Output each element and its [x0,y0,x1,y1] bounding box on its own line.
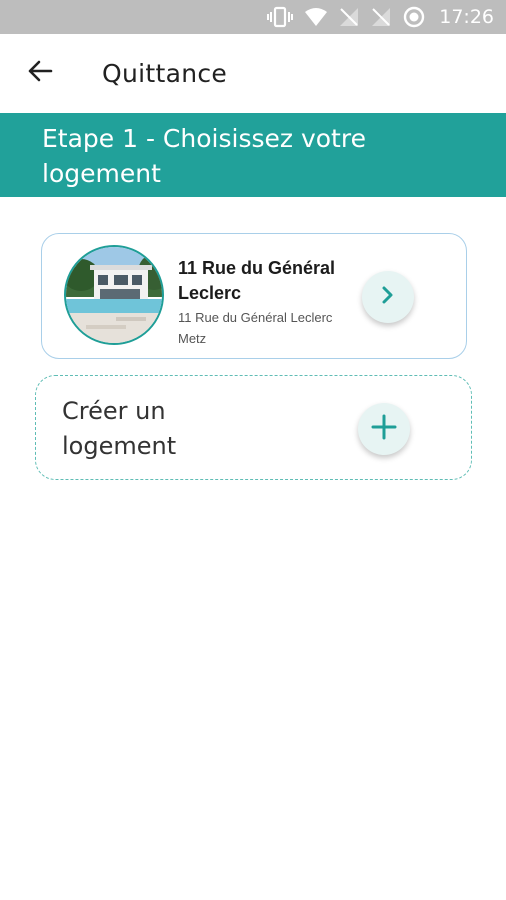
housing-address: 11 Rue du Général Leclerc [178,310,333,325]
wifi-icon [305,7,328,27]
create-housing-label: Créer un logement [62,397,177,460]
app-bar: Quittance [0,34,506,113]
page-title: Quittance [102,59,228,88]
housing-card[interactable]: 11 Rue du Général Leclerc 11 Rue du Géné… [41,233,467,359]
back-button[interactable] [12,46,68,102]
status-time: 17:26 [439,6,494,28]
select-housing-button[interactable] [362,271,414,323]
step-banner: Etape 1 - Choisissez votre logement [0,113,506,197]
signal-off-icon [339,7,359,27]
housing-name: 11 Rue du Général Leclerc [178,258,336,303]
sync-circle-icon [403,6,425,28]
create-housing-card[interactable]: Créer un logement [35,375,472,480]
arrow-left-icon [27,60,53,87]
step-title: Etape 1 - Choisissez votre logement [42,124,366,188]
chevron-right-icon [380,285,396,310]
status-bar: 17:26 [0,0,506,34]
housing-info: 11 Rue du Général Leclerc 11 Rue du Géné… [178,256,378,348]
vibrate-icon [267,6,294,28]
plus-icon [371,414,397,445]
signal-off-icon [371,7,391,27]
create-housing-button[interactable] [358,403,410,455]
housing-city: Metz [178,331,207,346]
house-photo [64,245,164,345]
